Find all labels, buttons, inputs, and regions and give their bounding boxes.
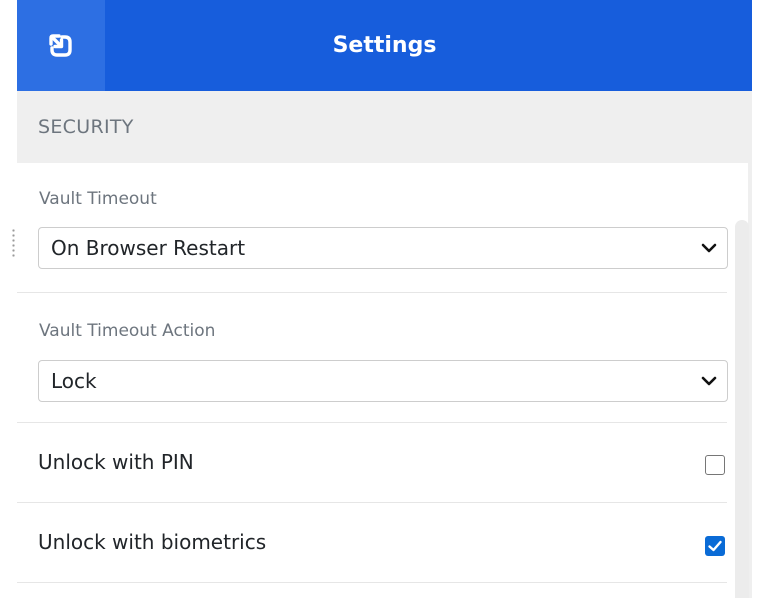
header-bar: Settings bbox=[17, 0, 752, 91]
background-left bbox=[0, 0, 17, 598]
vault-timeout-action-label: Vault Timeout Action bbox=[39, 321, 216, 341]
section-header-security: SECURITY bbox=[38, 116, 134, 138]
popout-button[interactable] bbox=[17, 0, 105, 91]
vault-timeout-label: Vault Timeout bbox=[39, 189, 157, 209]
unlock-biometrics-checkbox[interactable] bbox=[705, 536, 725, 556]
vault-timeout-row: Vault Timeout On Browser Restart bbox=[17, 163, 728, 293]
chevron-down-icon bbox=[701, 243, 717, 253]
background-right bbox=[752, 0, 771, 598]
vault-timeout-action-select[interactable]: Lock bbox=[38, 360, 728, 402]
drag-handle bbox=[12, 228, 15, 258]
page-title: Settings bbox=[332, 33, 437, 58]
vault-timeout-value: On Browser Restart bbox=[51, 236, 246, 260]
vault-timeout-action-row: Vault Timeout Action Lock bbox=[17, 293, 728, 423]
unlock-pin-row[interactable]: Unlock with PIN bbox=[17, 423, 727, 503]
unlock-pin-checkbox[interactable] bbox=[705, 455, 725, 475]
vault-timeout-select[interactable]: On Browser Restart bbox=[38, 227, 728, 269]
chevron-down-icon bbox=[701, 376, 717, 386]
settings-popup: Settings SECURITY Vault Timeout On Brows… bbox=[17, 0, 752, 598]
unlock-pin-label: Unlock with PIN bbox=[38, 450, 194, 474]
checkmark-icon bbox=[708, 540, 722, 552]
security-card: Vault Timeout On Browser Restart Vault T… bbox=[17, 163, 748, 598]
unlock-biometrics-label: Unlock with biometrics bbox=[38, 530, 267, 554]
scrollbar[interactable] bbox=[735, 220, 749, 598]
vault-timeout-action-value: Lock bbox=[51, 369, 97, 393]
unlock-biometrics-row[interactable]: Unlock with biometrics bbox=[17, 503, 727, 583]
popout-arrow-icon bbox=[49, 33, 72, 57]
